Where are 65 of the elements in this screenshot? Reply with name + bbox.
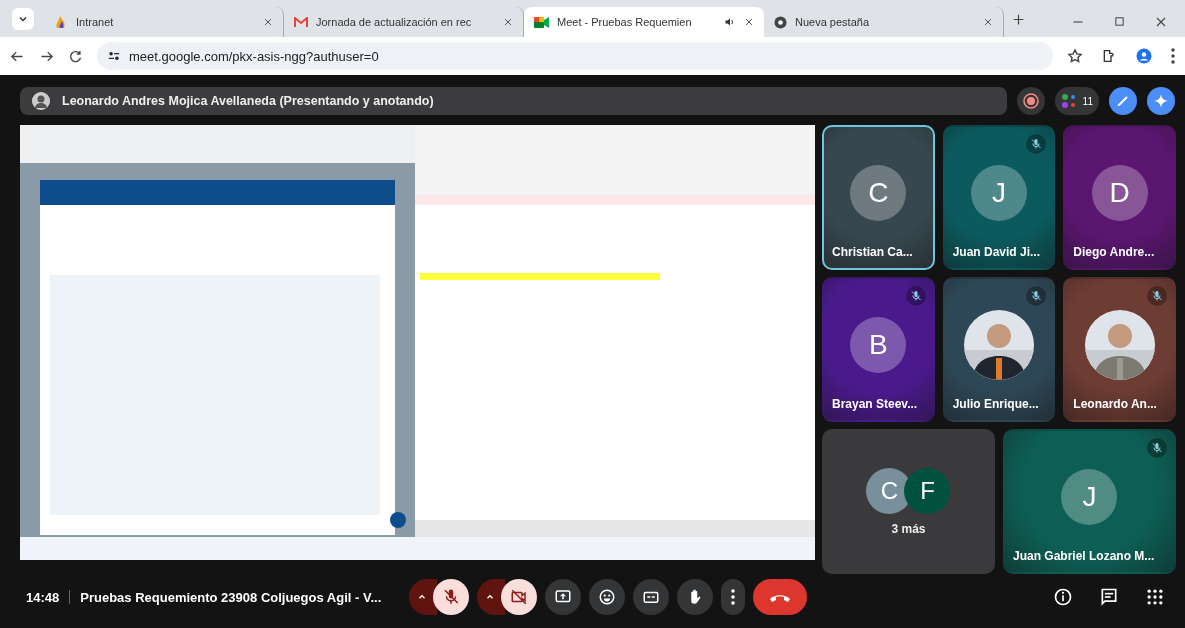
sparkle-icon [1153, 93, 1169, 109]
phone-icon [770, 592, 791, 602]
info-icon [1053, 587, 1073, 607]
chat-icon [1099, 587, 1119, 607]
raise-hand-button[interactable] [677, 579, 714, 615]
close-icon[interactable] [983, 17, 993, 27]
participant-name: Leonardo An... [1073, 397, 1157, 411]
present-button[interactable] [545, 579, 582, 615]
avatar-icon [32, 92, 50, 110]
extensions-icon [1101, 48, 1117, 64]
close-icon[interactable] [503, 17, 513, 27]
reactions-button[interactable] [589, 579, 626, 615]
address-field[interactable]: meet.google.com/pkx-asis-ngg?authuser=0 [97, 42, 1053, 70]
more-icon [731, 589, 736, 605]
microphone-button[interactable] [433, 579, 470, 615]
mail-icon [294, 16, 308, 28]
globe-icon [774, 15, 787, 29]
avatar: J [1061, 468, 1118, 525]
gemini-button[interactable] [1147, 87, 1175, 115]
close-icon[interactable] [263, 17, 273, 27]
meeting-time: 14:48 [26, 589, 60, 605]
menu-icon[interactable] [1171, 48, 1175, 64]
camera-button[interactable] [501, 579, 538, 615]
site-settings-icon [107, 49, 121, 63]
record-icon [1022, 93, 1039, 109]
avatar: F [904, 467, 951, 514]
participant-name: Brayan Steev... [832, 397, 918, 411]
leave-call-button[interactable] [753, 579, 808, 615]
pen-icon [1115, 93, 1131, 109]
avatar: D [1091, 164, 1148, 221]
record-button[interactable] [1016, 87, 1045, 115]
participant-name: Diego Andre... [1073, 245, 1155, 259]
video-icon [534, 16, 549, 28]
browser-tab[interactable]: Nueva pestaña [764, 7, 1004, 37]
avatar: C [850, 164, 907, 221]
participant-name: Juan Gabriel Lozano M... [1013, 549, 1155, 563]
avatar: J [971, 164, 1027, 221]
tab-search-button[interactable] [12, 8, 34, 30]
microphone-off-icon [442, 588, 461, 606]
participant-name: Juan David Ji... [952, 245, 1041, 259]
avatar: B [850, 316, 907, 373]
camera-options[interactable] [477, 579, 506, 615]
microphone-options[interactable] [409, 579, 438, 615]
reload-icon[interactable] [68, 48, 83, 64]
bookmark-star-icon[interactable] [1067, 48, 1083, 64]
participants-button[interactable]: 11 [1054, 87, 1099, 115]
presenter-name: Leonardo Andres Mojica Avellaneda (Presentando y anotando) [62, 94, 434, 108]
close-icon[interactable] [1155, 16, 1167, 28]
smiley-icon [598, 588, 617, 606]
people-icon [1060, 93, 1077, 109]
browser-tab[interactable]: Intranet [44, 7, 284, 37]
apps-grid-icon [1145, 587, 1165, 607]
browser-tab[interactable]: Meet - Pruebas Requemien [524, 7, 764, 37]
profile-icon [1135, 47, 1153, 65]
new-tab-icon[interactable] [1012, 13, 1025, 26]
restore-icon[interactable] [1114, 16, 1125, 27]
camera-off-icon [510, 588, 529, 606]
close-icon[interactable] [744, 17, 754, 27]
captions-button[interactable] [633, 579, 670, 615]
more-options-button[interactable] [721, 579, 746, 615]
others-count: 3 más [891, 521, 926, 536]
participant-name: Julio Enrique... [952, 397, 1039, 411]
meeting-title: Pruebas Requemiento 23908 Coljuegos Agil - V... [80, 589, 382, 605]
participant-name: Christian Ca... [832, 245, 913, 259]
annotate-button[interactable] [1109, 87, 1137, 115]
